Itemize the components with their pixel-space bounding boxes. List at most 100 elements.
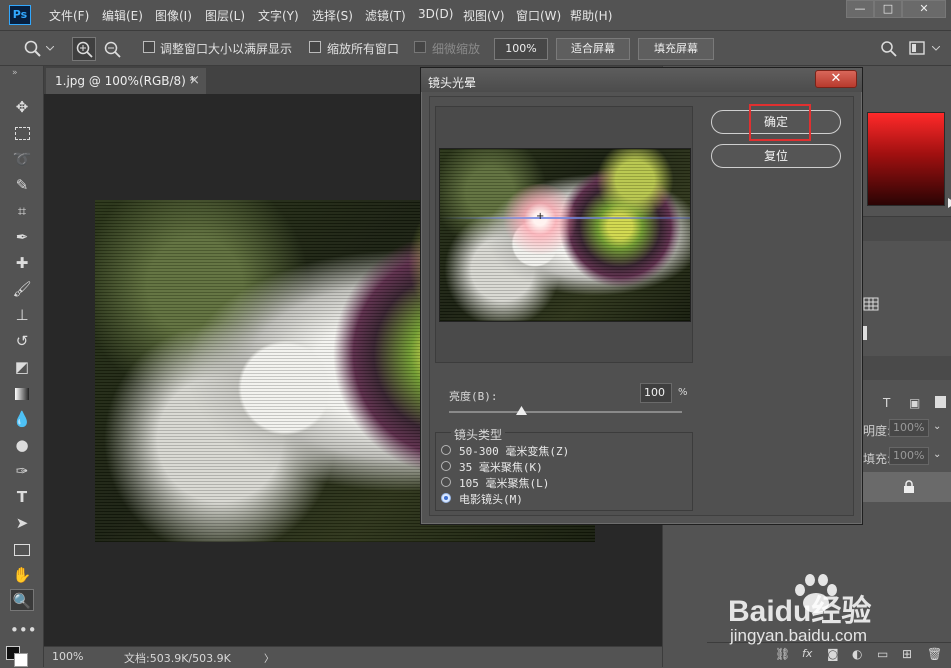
more-tools-icon[interactable]: ••• (10, 619, 37, 641)
hand-tool-icon[interactable]: ✋ (10, 564, 34, 586)
flare-center-crosshair-icon[interactable]: + (536, 211, 544, 222)
tools-panel: » ✥ ➰ ✎ ⌗ ✒ ✚ 🖌 ⊥ ↺ ◩ 💧 ● ✑ T ➤ ✋ 🔍 ••• (0, 66, 44, 667)
dialog-close-button[interactable]: ✕ (815, 70, 857, 88)
clone-stamp-tool-icon[interactable]: ⊥ (10, 304, 34, 326)
close-window-button[interactable]: ✕ (902, 0, 946, 18)
status-menu-arrow-icon[interactable]: 〉 (264, 650, 274, 665)
resize-windows-checkbox[interactable] (143, 41, 155, 53)
document-tab[interactable]: 1.jpg @ 100%(RGB/8) * × (46, 68, 206, 94)
menu-view[interactable]: 视图(V) (463, 7, 505, 24)
scrubby-zoom-checkbox[interactable] (414, 41, 426, 53)
lens-option-label[interactable]: 50-300 毫米变焦(Z) (459, 443, 569, 459)
status-zoom[interactable]: 100% (52, 650, 83, 663)
background-color-swatch[interactable] (14, 653, 28, 667)
document-tab-close-icon[interactable]: × (189, 73, 200, 88)
layer-row[interactable] (859, 472, 951, 502)
chevron-down-icon[interactable] (46, 46, 54, 52)
pen-tool-icon[interactable]: ✑ (10, 460, 34, 482)
move-tool-icon[interactable]: ✥ (10, 96, 34, 118)
photoshop-logo: Ps (9, 5, 31, 25)
brightness-slider-track[interactable] (449, 411, 682, 413)
zoom-all-checkbox[interactable] (309, 41, 321, 53)
menu-layer[interactable]: 图层(L) (205, 7, 245, 24)
lens-option-label[interactable]: 105 毫米聚焦(L) (459, 475, 549, 491)
brightness-input[interactable]: 100 (640, 383, 672, 403)
blur-tool-icon[interactable]: 💧 (10, 408, 34, 430)
watermark-brand: Baidu经验 (728, 595, 872, 628)
zoom-tool-icon[interactable]: 🔍 (10, 589, 34, 611)
opacity-field[interactable]: 100% (889, 419, 929, 437)
options-bar: 调整窗口大小以满屏显示 缩放所有窗口 细微缩放 100% 适合屏幕 填充屏幕 (0, 30, 951, 66)
brightness-unit: % (678, 387, 688, 398)
brightness-label: 亮度(B): (449, 390, 498, 403)
bar-icon (863, 326, 867, 340)
chevron-down-icon[interactable]: ⌄ (933, 421, 941, 432)
zoom-out-icon[interactable] (102, 39, 122, 59)
lens-option-label[interactable]: 35 毫米聚焦(K) (459, 459, 543, 475)
resize-windows-label: 调整窗口大小以满屏显示 (160, 42, 293, 56)
lens-radio-35mm[interactable] (441, 461, 451, 471)
scrubby-zoom-label: 细微缩放 (432, 42, 481, 56)
quick-selection-tool-icon[interactable]: ✎ (10, 174, 34, 196)
chevron-down-icon[interactable]: ⌄ (933, 449, 941, 460)
dodge-tool-icon[interactable]: ● (10, 434, 34, 456)
lens-radio-movie-prime[interactable] (441, 493, 451, 503)
history-brush-tool-icon[interactable]: ↺ (10, 330, 34, 352)
menu-edit[interactable]: 编辑(E) (102, 7, 143, 24)
zoom-in-button[interactable] (72, 37, 96, 61)
dialog-title: 镜头光晕 (428, 76, 477, 90)
maximize-button[interactable]: □ (874, 0, 902, 18)
status-document-size: 文档:503.9K/503.9K (124, 652, 231, 665)
document-tab-title: 1.jpg @ 100%(RGB/8) * (55, 74, 196, 88)
brush-tool-icon[interactable]: 🖌 (10, 278, 34, 300)
gradient-tool-icon[interactable] (10, 382, 34, 404)
flare-streak (440, 217, 690, 219)
opacity-label: 明度: (863, 424, 892, 438)
type-tool-icon[interactable]: T (10, 486, 34, 508)
brightness-slider-thumb-icon[interactable] (515, 406, 527, 415)
menu-window[interactable]: 窗口(W) (516, 7, 561, 24)
eraser-tool-icon[interactable]: ◩ (10, 356, 34, 378)
zoom-tool-icon[interactable] (24, 40, 42, 58)
fill-screen-button[interactable]: 填充屏幕 (638, 38, 714, 60)
collapse-arrows-icon[interactable]: » (12, 68, 18, 78)
grid-icon[interactable] (863, 297, 879, 311)
menu-type[interactable]: 文字(Y) (258, 7, 299, 24)
marquee-tool-icon[interactable] (10, 122, 34, 144)
flare-preview-image[interactable]: + (439, 148, 691, 322)
type-filter-icon[interactable]: T (883, 396, 890, 410)
rectangle-tool-icon[interactable] (10, 538, 34, 560)
dialog-titlebar[interactable] (421, 68, 862, 92)
healing-brush-tool-icon[interactable]: ✚ (10, 252, 34, 274)
chevron-down-icon[interactable] (932, 46, 940, 52)
lens-radio-105mm[interactable] (441, 477, 451, 487)
zoom-percent-field[interactable]: 100% (494, 38, 548, 60)
minimize-button[interactable]: — (846, 0, 874, 18)
baidu-jingyan-watermark: Baidu经验 jingyan.baidu.com (728, 574, 948, 656)
menu-select[interactable]: 选择(S) (312, 7, 353, 24)
color-field[interactable] (867, 112, 945, 206)
ok-button-highlight-box (749, 104, 811, 141)
menu-file[interactable]: 文件(F) (49, 7, 89, 24)
menu-help[interactable]: 帮助(H) (570, 7, 612, 24)
menu-filter[interactable]: 滤镜(T) (365, 7, 406, 24)
reset-button[interactable]: 复位 (711, 144, 841, 168)
shape-filter-icon[interactable]: ▣ (909, 396, 920, 410)
search-icon[interactable] (880, 40, 898, 58)
crop-tool-icon[interactable]: ⌗ (10, 200, 34, 222)
path-selection-tool-icon[interactable]: ➤ (10, 512, 34, 534)
fit-screen-button[interactable]: 适合屏幕 (556, 38, 630, 60)
eyedropper-tool-icon[interactable]: ✒ (10, 226, 34, 248)
workspace-icon[interactable] (909, 41, 927, 57)
menu-bar: Ps 文件(F) 编辑(E) 图像(I) 图层(L) 文字(Y) 选择(S) 滤… (0, 0, 951, 30)
lens-option-label[interactable]: 电影镜头(M) (459, 491, 523, 507)
fill-field[interactable]: 100% (889, 447, 929, 465)
fill-label: 填充: (863, 452, 892, 466)
lens-radio-zoom[interactable] (441, 445, 451, 455)
filter-toggle-icon[interactable] (935, 396, 946, 408)
menu-3d[interactable]: 3D(D) (418, 7, 453, 21)
lasso-tool-icon[interactable]: ➰ (10, 148, 34, 170)
menu-image[interactable]: 图像(I) (155, 7, 192, 24)
status-bar: 100% 文档:503.9K/503.9K 〉 (44, 646, 662, 667)
zoom-all-label: 缩放所有窗口 (327, 42, 400, 56)
